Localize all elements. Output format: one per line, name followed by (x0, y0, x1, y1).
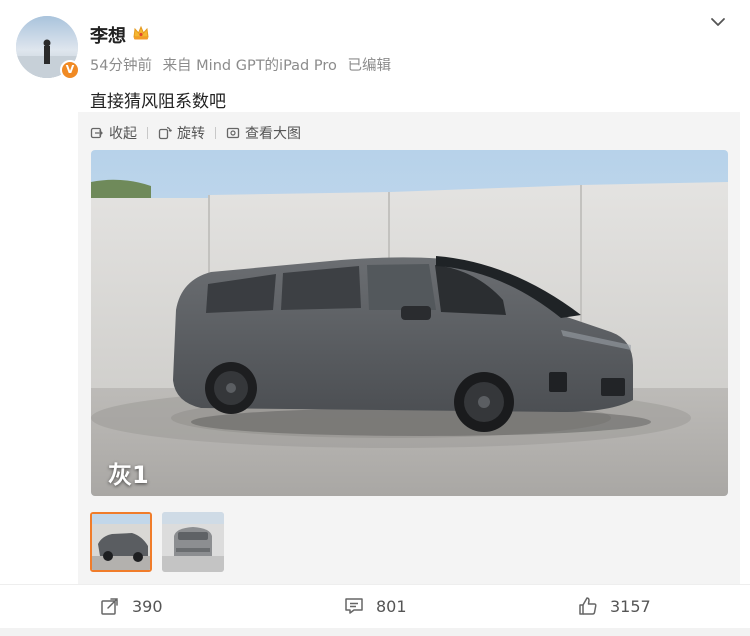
rotate-icon (158, 126, 172, 140)
main-photo[interactable] (91, 150, 728, 496)
divider (0, 584, 750, 585)
share-icon (101, 598, 118, 615)
rotate-button[interactable]: 旋转 (158, 123, 205, 143)
username[interactable]: 李想 (90, 22, 126, 48)
view-large-button[interactable]: 查看大图 (226, 123, 301, 143)
like-count: 3157 (610, 596, 651, 616)
comment-icon (345, 598, 363, 614)
post-time[interactable]: 54分钟前 (90, 58, 152, 74)
action-bar: 390 801 3157 (0, 596, 750, 622)
edited-label[interactable]: 已编辑 (347, 58, 391, 74)
crown-icon (133, 25, 149, 40)
post-text: 直接猜风阻系数吧 (90, 92, 226, 112)
repost-button[interactable]: 390 (100, 596, 163, 616)
chevron-down-icon[interactable] (708, 12, 728, 32)
media-toolbar: 收起 旋转 查看大图 (90, 122, 301, 144)
collapse-icon (90, 127, 103, 139)
rotate-label: 旋转 (177, 126, 205, 142)
toolbar-divider (215, 127, 216, 139)
image-icon (226, 127, 240, 139)
comment-count: 801 (376, 596, 407, 616)
post-source: 来自 Mind GPT的iPad Pro (162, 58, 337, 74)
view-large-label: 查看大图 (245, 126, 301, 142)
thumbnail-1[interactable] (90, 512, 152, 572)
collapse-label: 收起 (109, 126, 137, 142)
repost-count: 390 (132, 596, 163, 616)
image-caption: 灰1 (108, 461, 149, 489)
feed-separator (0, 628, 750, 636)
thumbs-up-icon (579, 597, 597, 615)
verified-badge-icon: V (60, 60, 80, 80)
like-button[interactable]: 3157 (578, 596, 651, 616)
comment-button[interactable]: 801 (344, 596, 407, 616)
thumbnail-2[interactable] (162, 512, 224, 572)
toolbar-divider (147, 127, 148, 139)
post-meta: 54分钟前 来自 Mind GPT的iPad Pro 已编辑 (90, 54, 397, 75)
collapse-button[interactable]: 收起 (90, 123, 137, 143)
